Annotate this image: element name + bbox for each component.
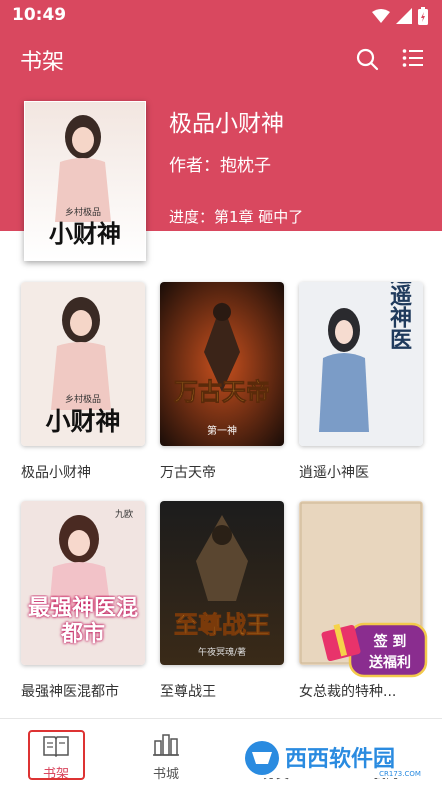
featured-book-author: 作者：抱枕子 xyxy=(169,156,271,176)
nav-bookstore-label: 书城 xyxy=(152,767,179,782)
book-cover[interactable]: 九欧 最强神医混都市 xyxy=(21,501,145,665)
search-icon[interactable] xyxy=(355,47,379,71)
active-tab-highlight xyxy=(28,730,85,780)
bookstore-icon xyxy=(153,734,179,756)
book-title[interactable]: 最强神医混都市 xyxy=(21,681,145,701)
book-item[interactable]: 万古天帝 第一神 万古天帝 xyxy=(160,282,284,482)
book-title[interactable]: 女总裁的特种... xyxy=(299,681,423,701)
book-item[interactable]: 九欧 最强神医混都市 最强神医混都市 xyxy=(21,501,145,701)
watermark-text: 西西软件园 xyxy=(285,746,395,772)
watermark-sub: CR173.COM xyxy=(379,770,421,778)
book-title[interactable]: 逍遥小神医 xyxy=(299,462,423,482)
sign-in-reward-button[interactable]: 签 到 送福利 xyxy=(320,610,430,684)
book-item[interactable]: 逍遥神医 逍遥小神医 xyxy=(299,282,423,482)
book-cover-title-text: 万古天帝 xyxy=(174,377,270,406)
book-item[interactable]: 至尊战王 午夜冥魂/著 至尊战王 xyxy=(160,501,284,701)
watermark-logo: 西西软件园 CR173.COM xyxy=(240,738,422,778)
featured-book-title[interactable]: 极品小财神 xyxy=(169,104,284,138)
signal-icon xyxy=(396,8,412,24)
book-cover-title-text: 至尊战王 xyxy=(174,610,270,639)
book-title[interactable]: 万古天帝 xyxy=(160,462,284,482)
status-time: 10:49 xyxy=(12,5,67,25)
book-cover[interactable]: 至尊战王 午夜冥魂/著 xyxy=(160,501,284,665)
book-cover-small-text: 乡村极品 xyxy=(65,393,101,405)
list-menu-icon[interactable] xyxy=(402,47,424,69)
book-title[interactable]: 至尊战王 xyxy=(160,681,284,701)
book-cover[interactable]: 万古天帝 第一神 xyxy=(160,282,284,446)
page-title: 书架 xyxy=(20,50,65,75)
nav-bookstore[interactable]: 书城 xyxy=(131,719,201,787)
featured-cover-small-text: 乡村极品 xyxy=(65,206,101,218)
book-cover-title-text: 最强神医混都市 xyxy=(27,595,138,647)
featured-cover-title-text: 小财神 xyxy=(49,219,121,248)
wifi-icon xyxy=(372,9,390,23)
book-cover[interactable]: 逍遥神医 xyxy=(299,282,423,446)
book-item[interactable]: 乡村极品 小财神 极品小财神 xyxy=(21,282,145,482)
status-icons xyxy=(372,7,428,25)
battery-icon xyxy=(418,7,428,25)
sign-in-line2: 送福利 xyxy=(368,654,411,671)
sign-in-line1: 签 到 xyxy=(373,633,407,650)
status-bar: 10:49 xyxy=(0,0,442,32)
book-title[interactable]: 极品小财神 xyxy=(21,462,145,482)
book-cover-title-text: 小财神 xyxy=(45,407,120,436)
book-cover-title-text: 逍遥神医 xyxy=(386,282,412,350)
book-cover[interactable]: 乡村极品 小财神 xyxy=(21,282,145,446)
featured-reading-progress: 进度：第1章 砸中了 xyxy=(169,208,304,226)
book-cover-small-text: 午夜冥魂/著 xyxy=(198,646,246,658)
featured-book-cover[interactable]: 乡村极品 小财神 xyxy=(24,101,146,261)
book-cover-small-text: 九欧 xyxy=(115,508,133,520)
book-cover-small-text: 第一神 xyxy=(207,424,237,437)
